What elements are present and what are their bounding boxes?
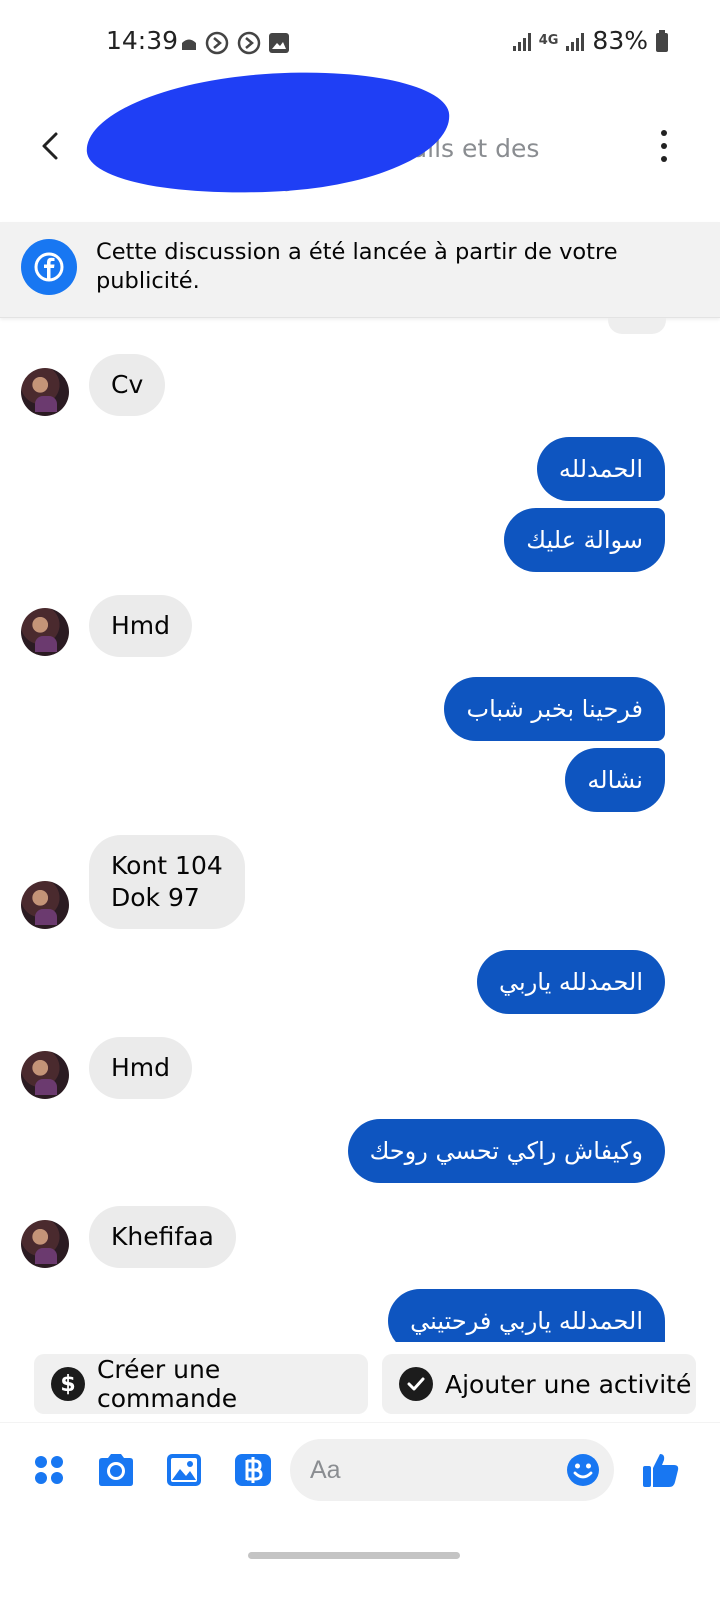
battery-icon (656, 29, 668, 52)
avatar[interactable] (21, 608, 69, 656)
camera-icon (99, 1454, 133, 1486)
message-list[interactable]: Cv الحمدلله سوالة عليك Hmd فرحينا بخبر ش… (0, 318, 720, 1342)
network-type: 4G (538, 33, 559, 48)
gallery-icon (269, 33, 289, 53)
facebook-icon (21, 239, 77, 295)
gallery-button[interactable] (163, 1449, 205, 1491)
more-vertical-icon (661, 130, 667, 136)
baht-icon (235, 1454, 271, 1486)
incoming-message[interactable]: Cv (89, 354, 166, 416)
outgoing-message[interactable]: الحمدلله (536, 437, 665, 501)
incoming-message[interactable]: Kont 104 Dok 97 (89, 835, 245, 929)
outgoing-message[interactable]: نشاله (565, 748, 665, 812)
check-icon (399, 1367, 433, 1401)
create-order-button[interactable]: $ Créer une commande (34, 1354, 368, 1414)
home-indicator[interactable] (248, 1552, 460, 1559)
outgoing-message[interactable]: فرحينا بخبر شباب (444, 677, 665, 741)
battery-percentage: 83% (592, 26, 648, 55)
dollar-icon: $ (51, 1367, 85, 1401)
mosque-icon (182, 39, 196, 50)
thumbs-up-icon (643, 1454, 679, 1487)
ad-banner-text: Cette discussion a été lancée à partir d… (96, 239, 618, 294)
like-button[interactable] (640, 1449, 682, 1491)
create-order-label: Créer une commande (96, 1355, 238, 1413)
outgoing-message[interactable]: سوالة عليك (504, 508, 665, 572)
reaction-badge[interactable] (608, 318, 666, 334)
system-icons: 4G 83% (512, 26, 668, 55)
back-arrow-icon (42, 132, 58, 160)
add-activity-button[interactable]: Ajouter une activité (382, 1354, 696, 1414)
message-input-field[interactable] (290, 1439, 614, 1501)
signal-icon (512, 31, 531, 51)
incoming-message[interactable]: Khefifaa (89, 1206, 236, 1268)
sync-icon (205, 31, 229, 55)
emoji-icon[interactable] (566, 1453, 600, 1487)
signal-icon (566, 31, 585, 51)
message-input[interactable] (310, 1451, 550, 1489)
pay-button[interactable] (232, 1449, 274, 1491)
incoming-message[interactable]: Hmd (89, 1037, 193, 1099)
avatar[interactable] (21, 1220, 69, 1268)
conversation-header: tails et des libellés (0, 61, 720, 222)
outgoing-message[interactable]: وكيفاش راكي تحسي روحك (347, 1119, 665, 1183)
status-bar: 14:39 4G 83% (0, 0, 720, 86)
more-options-button[interactable] (652, 130, 676, 162)
ad-origin-banner: Cette discussion a été lancée à partir d… (0, 222, 720, 318)
apps-button[interactable] (28, 1449, 70, 1491)
quick-actions-bar: $ Créer une commande Ajouter une activit… (0, 1354, 720, 1416)
avatar[interactable] (21, 881, 69, 929)
outgoing-message[interactable]: الحمدلله ياربي (477, 950, 665, 1014)
status-time: 14:39 (106, 26, 179, 55)
incoming-message[interactable]: Hmd (89, 595, 193, 657)
sync-icon (237, 31, 261, 55)
image-icon (167, 1454, 201, 1486)
avatar[interactable] (21, 368, 69, 416)
apps-icon (35, 1456, 63, 1484)
avatar[interactable] (21, 1051, 69, 1099)
add-activity-label: Ajouter une activité (445, 1369, 692, 1399)
outgoing-message[interactable]: الحمدلله ياربي فرحتيني (388, 1289, 665, 1342)
back-button[interactable] (30, 126, 70, 166)
notification-icons (180, 30, 290, 56)
camera-button[interactable] (95, 1449, 137, 1491)
message-composer (0, 1422, 720, 1522)
